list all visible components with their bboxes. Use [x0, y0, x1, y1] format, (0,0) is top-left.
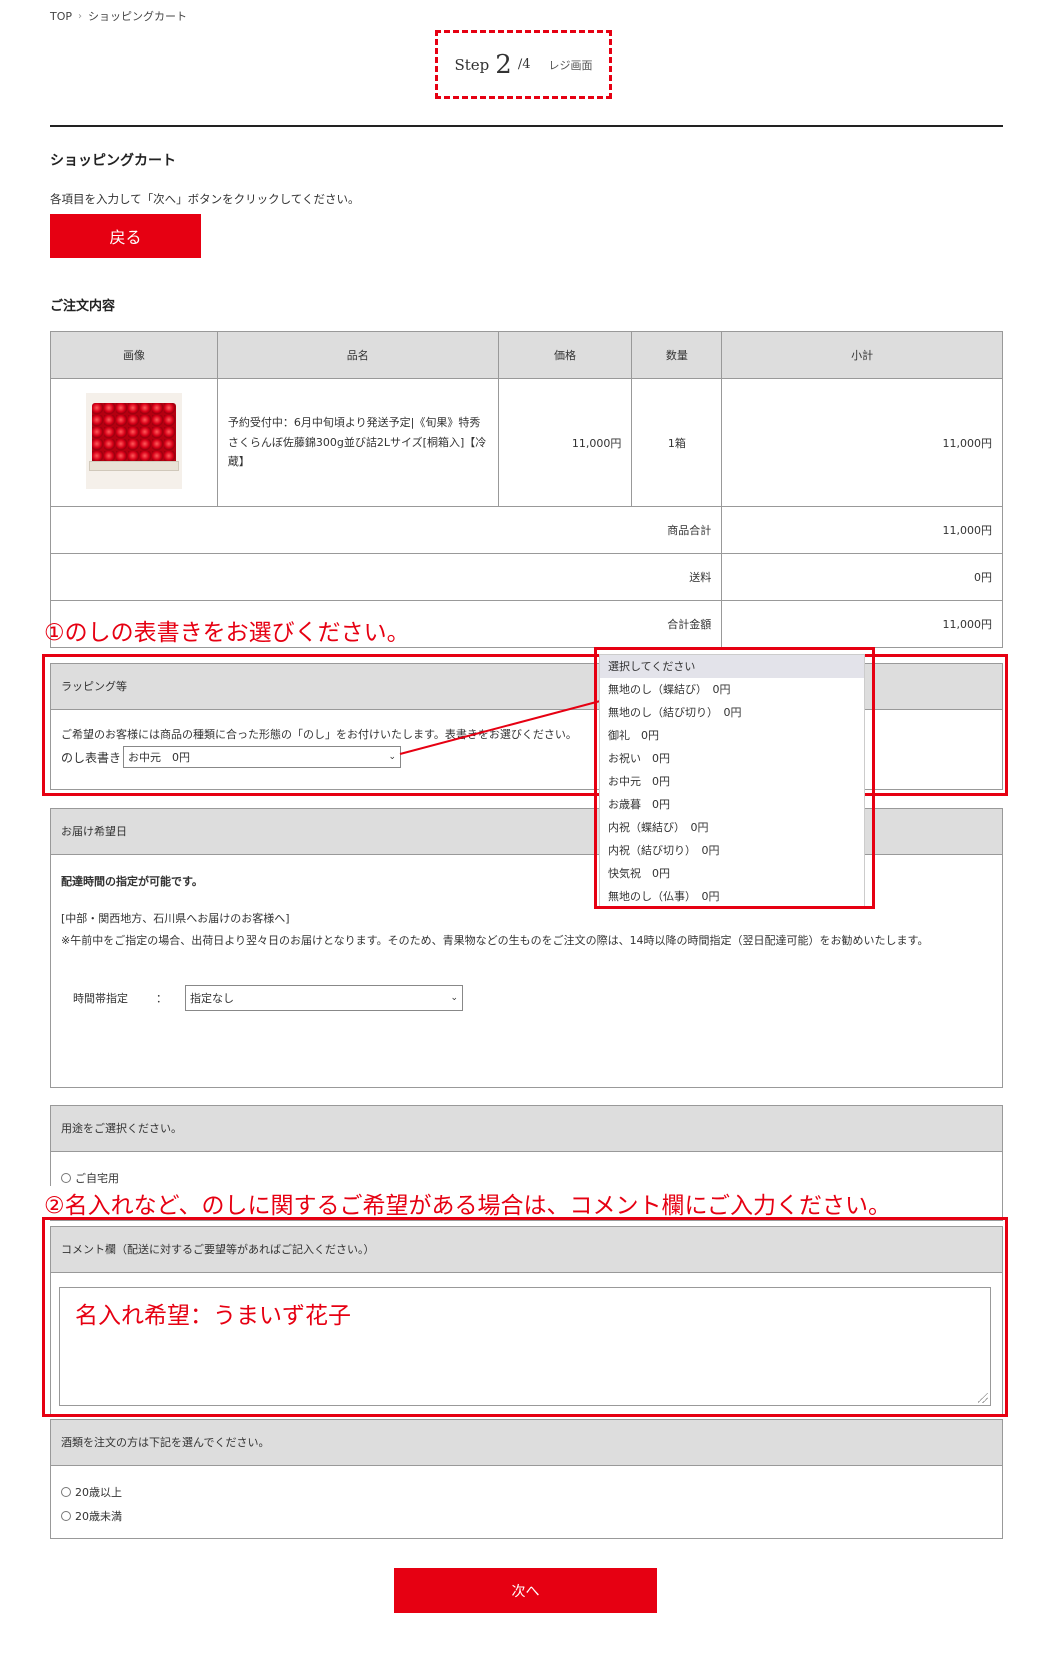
alcohol-header: 酒類を注文の方は下記を選んでください。	[51, 1420, 1002, 1466]
breadcrumb: TOP › ショッピングカート	[50, 8, 187, 24]
table-header-row: 画像 品名 価格 数量 小計	[50, 331, 1003, 379]
alcohol-option-adult-label: 20歳以上	[75, 1486, 122, 1499]
order-section-title: ご注文内容	[50, 299, 116, 314]
step-current: 2	[495, 49, 512, 80]
goods-total-row: 商品合計 11,000円	[49, 506, 1003, 554]
usage-option-home[interactable]: ご自宅用	[61, 1170, 992, 1186]
alcohol-section: 酒類を注文の方は下記を選んでください。 20歳以上 20歳未満	[50, 1419, 1003, 1539]
time-select[interactable]: 指定なし ⌄	[185, 985, 463, 1012]
alcohol-option-minor[interactable]: 20歳未満	[61, 1508, 992, 1524]
time-selected-value: 指定なし	[190, 991, 234, 1005]
product-image[interactable]	[85, 393, 182, 489]
annotation-leader-line	[399, 699, 605, 755]
next-button[interactable]: 次へ	[394, 1568, 657, 1613]
alcohol-option-adult[interactable]: 20歳以上	[61, 1484, 992, 1500]
product-name: 予約受付中：6月中旬頃より発送予定|《旬果》特秀さくらんぼ佐藤錦300g並び詰2…	[216, 378, 499, 507]
intro-text: 各項目を入力して「次へ」ボタンをクリックしてください。	[50, 192, 360, 206]
col-header-subtotal: 小計	[721, 331, 1003, 379]
chevron-down-icon: ⌄	[450, 992, 458, 1003]
delivery-note: ※午前中をご指定の場合、出荷日より翌々日のお届けとなります。そのため、青果物など…	[61, 933, 929, 947]
radio-icon[interactable]	[61, 1487, 71, 1497]
col-header-qty: 数量	[631, 331, 723, 379]
highlight-dropdown	[594, 647, 875, 909]
highlight-comment	[42, 1217, 1008, 1417]
step-name: レジ画面	[548, 58, 593, 72]
shipping-label: 送料	[49, 553, 723, 601]
page-title: ショッピングカート	[50, 153, 176, 169]
goods-total-label: 商品合計	[49, 506, 723, 554]
grand-total-value: 11,000円	[721, 600, 1003, 648]
shipping-row: 送料 0円	[49, 553, 1003, 601]
product-subtotal: 11,000円	[721, 378, 1003, 507]
product-price: 11,000円	[497, 378, 633, 507]
delivery-region: [中部・関西地方、石川県へお届けのお客様へ]	[61, 912, 290, 926]
shipping-value: 0円	[721, 553, 1003, 601]
table-row: 予約受付中：6月中旬頃より発送予定|《旬果》特秀さくらんぼ佐藤錦300g並び詰2…	[50, 378, 1003, 507]
usage-option-home-label: ご自宅用	[75, 1172, 119, 1185]
product-image-cell	[50, 378, 218, 507]
annotation-noshi-select: ①のしの表書きをお選びください。	[44, 620, 410, 646]
breadcrumb-home-link[interactable]: TOP	[50, 10, 72, 23]
col-header-price: 価格	[497, 331, 633, 379]
radio-icon[interactable]	[61, 1173, 71, 1183]
breadcrumb-current: ショッピングカート	[88, 10, 188, 23]
time-colon: ：	[156, 991, 167, 1005]
time-label: 時間帯指定	[73, 991, 128, 1005]
col-header-name: 品名	[216, 331, 499, 379]
usage-header: 用途をご選択ください。	[51, 1106, 1002, 1152]
divider	[50, 125, 1003, 127]
step-word: Step	[454, 55, 490, 74]
radio-icon[interactable]	[61, 1511, 71, 1521]
col-header-image: 画像	[50, 331, 218, 379]
back-button[interactable]: 戻る	[50, 214, 201, 258]
step-total: /4	[517, 57, 531, 72]
annotation-comment: ②名入れなど、のしに関するご希望がある場合は、コメント欄にご入力ください。	[44, 1186, 892, 1220]
goods-total-value: 11,000円	[721, 506, 1003, 554]
product-qty: 1箱	[631, 378, 723, 507]
step-indicator: Step 2 /4 レジ画面	[435, 30, 612, 99]
order-table: 画像 品名 価格 数量 小計 予約受付中：6月中旬頃より発送予定|《旬果》特秀さ…	[49, 331, 1003, 648]
breadcrumb-separator: ›	[78, 10, 83, 22]
alcohol-option-minor-label: 20歳未満	[75, 1510, 122, 1523]
